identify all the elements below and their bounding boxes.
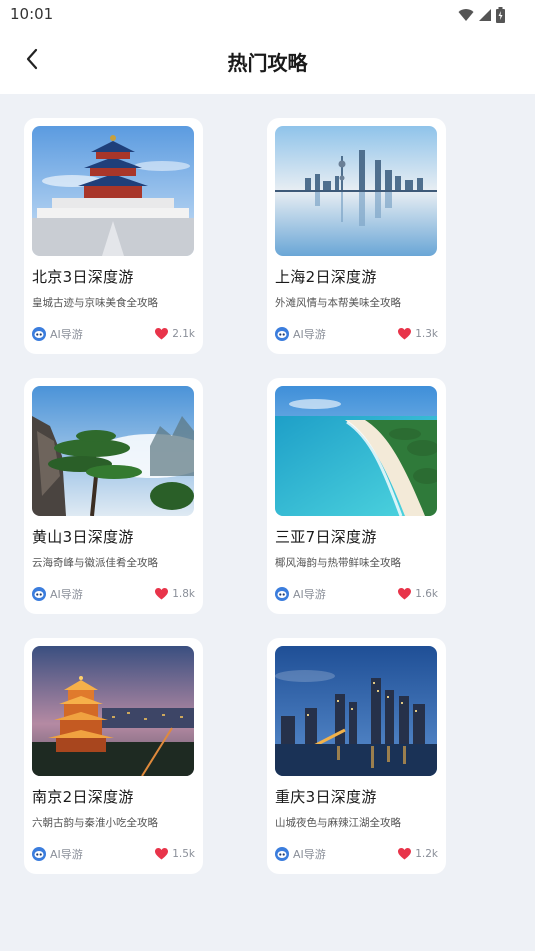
robot-avatar-icon [275,847,289,861]
sanya-beach-image [275,386,437,516]
status-bar: 10:01 [0,0,535,30]
author: AI导游 [32,586,83,602]
huangshan-pine-image [32,386,194,516]
author: AI导游 [275,326,326,342]
guide-card-beijing[interactable]: 北京3日深度游 皇城古迹与京味美食全攻略 AI导游 2.1k [24,118,203,354]
card-subtitle: 椰风海韵与热带鲜味全攻略 [275,557,401,569]
card-title: 黄山3日深度游 [32,528,134,546]
card-footer: AI导游 1.8k [32,586,195,602]
author: AI导游 [275,846,326,862]
guide-card-chongqing[interactable]: 重庆3日深度游 山城夜色与麻辣江湖全攻略 AI导游 1.2k [267,638,446,874]
like-count: 1.3k [415,328,438,340]
card-footer: AI导游 1.6k [275,586,438,602]
page-header: 热门攻略 [0,30,535,94]
robot-avatar-icon [275,587,289,601]
heart-icon [155,588,169,600]
temple-of-heaven-image [32,126,194,256]
like-count: 1.8k [172,588,195,600]
wifi-icon [458,9,474,21]
robot-avatar-icon [32,847,46,861]
status-icons [458,6,505,24]
like-button[interactable]: 1.6k [398,588,438,600]
author: AI导游 [275,586,326,602]
card-footer: AI导游 1.5k [32,846,195,862]
card-subtitle: 外滩风情与本帮美味全攻略 [275,297,401,309]
heart-icon [398,848,412,860]
card-footer: AI导游 2.1k [32,326,195,342]
card-footer: AI导游 1.2k [275,846,438,862]
chongqing-night-image [275,646,437,776]
author-name: AI导游 [293,848,326,861]
status-time: 10:01 [10,5,54,23]
guide-card-sanya[interactable]: 三亚7日深度游 椰风海韵与热带鲜味全攻略 AI导游 1.6k [267,378,446,614]
like-button[interactable]: 1.2k [398,848,438,860]
like-count: 1.2k [415,848,438,860]
author: AI导游 [32,846,83,862]
like-count: 1.6k [415,588,438,600]
guide-grid: 北京3日深度游 皇城古迹与京味美食全攻略 AI导游 2.1k 上海2日深度游 外… [24,118,446,874]
guide-card-nanjing[interactable]: 南京2日深度游 六朝古韵与秦淮小吃全攻略 AI导游 1.5k [24,638,203,874]
card-subtitle: 云海奇峰与徽派佳肴全攻略 [32,557,158,569]
card-title: 南京2日深度游 [32,788,134,806]
card-subtitle: 六朝古韵与秦淮小吃全攻略 [32,817,158,829]
heart-icon [398,588,412,600]
nanjing-tower-image [32,646,194,776]
like-count: 1.5k [172,848,195,860]
battery-icon [496,7,505,23]
card-title: 重庆3日深度游 [275,788,377,806]
card-subtitle: 山城夜色与麻辣江湖全攻略 [275,817,401,829]
robot-avatar-icon [275,327,289,341]
card-title: 上海2日深度游 [275,268,377,286]
author-name: AI导游 [293,588,326,601]
card-subtitle: 皇城古迹与京味美食全攻略 [32,297,158,309]
like-button[interactable]: 1.3k [398,328,438,340]
author-name: AI导游 [293,328,326,341]
like-button[interactable]: 1.8k [155,588,195,600]
card-title: 三亚7日深度游 [275,528,377,546]
author-name: AI导游 [50,848,83,861]
author-name: AI导游 [50,588,83,601]
heart-icon [155,328,169,340]
heart-icon [398,328,412,340]
guide-card-huangshan[interactable]: 黄山3日深度游 云海奇峰与徽派佳肴全攻略 AI导游 1.8k [24,378,203,614]
signal-icon [479,9,491,21]
card-title: 北京3日深度游 [32,268,134,286]
card-footer: AI导游 1.3k [275,326,438,342]
author: AI导游 [32,326,83,342]
robot-avatar-icon [32,587,46,601]
like-count: 2.1k [172,328,195,340]
like-button[interactable]: 1.5k [155,848,195,860]
guide-card-shanghai[interactable]: 上海2日深度游 外滩风情与本帮美味全攻略 AI导游 1.3k [267,118,446,354]
page-title: 热门攻略 [227,51,308,75]
robot-avatar-icon [32,327,46,341]
like-button[interactable]: 2.1k [155,328,195,340]
shanghai-skyline-image [275,126,437,256]
author-name: AI导游 [50,328,83,341]
heart-icon [155,848,169,860]
